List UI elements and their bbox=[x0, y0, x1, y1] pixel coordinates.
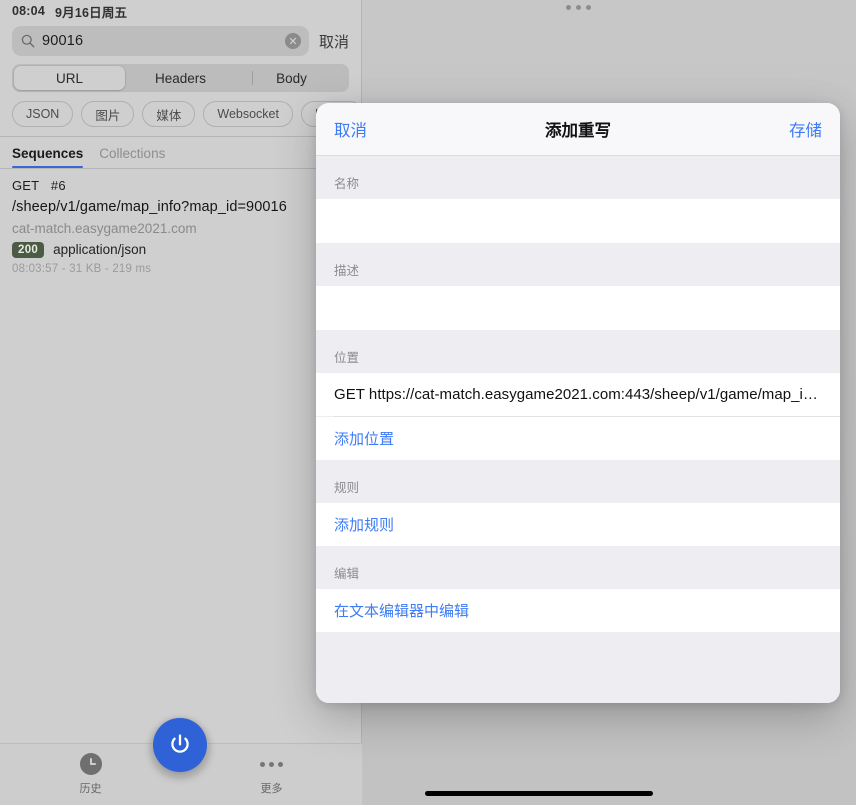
section-header-edit: 编辑 bbox=[316, 546, 840, 589]
tab-more-label: 更多 bbox=[261, 780, 283, 796]
status-badge: 200 bbox=[12, 242, 44, 258]
search-cancel-button[interactable]: 取消 bbox=[319, 31, 351, 52]
home-indicator bbox=[425, 791, 653, 796]
location-row[interactable]: GET https://cat-match.easygame2021.com:4… bbox=[316, 373, 840, 416]
search-input-value: 90016 bbox=[42, 33, 278, 49]
scope-segmented-control[interactable]: URL Headers Body bbox=[12, 64, 349, 92]
list-item[interactable]: GET #6 /sheep/v1/game/map_info?map_id=90… bbox=[0, 169, 361, 285]
filter-chip-websocket[interactable]: Websocket bbox=[203, 101, 293, 127]
power-icon bbox=[167, 732, 193, 758]
tab-history-label: 历史 bbox=[80, 780, 102, 796]
power-toggle-button[interactable] bbox=[153, 718, 207, 772]
filter-chip-row: JSON 图片 媒体 Websocket HTML bbox=[0, 92, 361, 136]
tab-sequences[interactable]: Sequences bbox=[12, 146, 83, 168]
request-meta-row: 200 application/json bbox=[12, 242, 349, 258]
request-stats: 08:03:57 - 31 KB - 219 ms bbox=[12, 263, 349, 275]
segment-url[interactable]: URL bbox=[14, 66, 125, 90]
filter-chip-json[interactable]: JSON bbox=[12, 101, 73, 127]
request-path: /sheep/v1/game/map_info?map_id=90016 bbox=[12, 199, 349, 215]
segment-headers[interactable]: Headers bbox=[125, 66, 236, 90]
add-location-link: 添加位置 bbox=[334, 428, 394, 449]
clock-icon bbox=[80, 753, 102, 775]
ellipsis-icon bbox=[260, 753, 283, 775]
list-tabs: Sequences Collections bbox=[0, 137, 361, 168]
description-field[interactable] bbox=[316, 286, 840, 330]
add-rule-row[interactable]: 添加规则 bbox=[316, 503, 840, 546]
clear-search-icon[interactable]: ✕ bbox=[285, 33, 301, 49]
name-field[interactable] bbox=[316, 199, 840, 243]
modal-body: 名称 描述 位置 GET https://cat-match.easygame2… bbox=[316, 156, 840, 703]
modal-nav-bar: 取消 添加重写 存储 bbox=[316, 103, 840, 156]
search-row: 90016 ✕ 取消 bbox=[0, 22, 361, 62]
request-method: GET bbox=[12, 178, 39, 193]
location-value: GET https://cat-match.easygame2021.com:4… bbox=[334, 386, 822, 403]
status-bar-time: 08:04 bbox=[12, 4, 45, 18]
status-bar-date: 9月16日周五 bbox=[55, 2, 127, 21]
request-host: cat-match.easygame2021.com bbox=[12, 221, 349, 236]
request-number: #6 bbox=[51, 178, 66, 193]
request-list: GET #6 /sheep/v1/game/map_info?map_id=90… bbox=[0, 169, 361, 285]
search-input[interactable]: 90016 ✕ bbox=[12, 26, 309, 56]
add-rule-link: 添加规则 bbox=[334, 514, 394, 535]
edit-in-text-editor-link: 在文本编辑器中编辑 bbox=[334, 600, 469, 621]
detail-pane-overflow-icon[interactable] bbox=[566, 5, 591, 10]
sidebar-pane: 08:04 9月16日周五 90016 ✕ 取消 URL Headers bbox=[0, 0, 362, 805]
edit-in-text-editor-row[interactable]: 在文本编辑器中编辑 bbox=[316, 589, 840, 632]
modal-title: 添加重写 bbox=[316, 117, 840, 141]
modal-save-button[interactable]: 存储 bbox=[789, 117, 822, 141]
section-header-description: 描述 bbox=[316, 243, 840, 286]
request-method-row: GET #6 bbox=[12, 178, 349, 193]
section-header-name: 名称 bbox=[316, 156, 840, 199]
modal-cancel-button[interactable]: 取消 bbox=[334, 117, 367, 141]
section-header-rules: 规则 bbox=[316, 460, 840, 503]
tab-collections[interactable]: Collections bbox=[99, 146, 165, 168]
status-bar: 08:04 9月16日周五 bbox=[0, 0, 361, 22]
search-icon bbox=[21, 34, 35, 48]
section-header-location: 位置 bbox=[316, 330, 840, 373]
filter-chip-image[interactable]: 图片 bbox=[81, 101, 134, 127]
add-location-row[interactable]: 添加位置 bbox=[316, 417, 840, 460]
request-mime: application/json bbox=[53, 242, 146, 257]
add-rewrite-modal: 取消 添加重写 存储 名称 描述 位置 GET https://cat-matc… bbox=[316, 103, 840, 703]
segment-body[interactable]: Body bbox=[236, 66, 347, 90]
screen-root: 08:04 9月16日周五 90016 ✕ 取消 URL Headers bbox=[0, 0, 856, 805]
modal-bottom-spacer bbox=[316, 632, 840, 676]
filter-chip-media[interactable]: 媒体 bbox=[142, 101, 195, 127]
